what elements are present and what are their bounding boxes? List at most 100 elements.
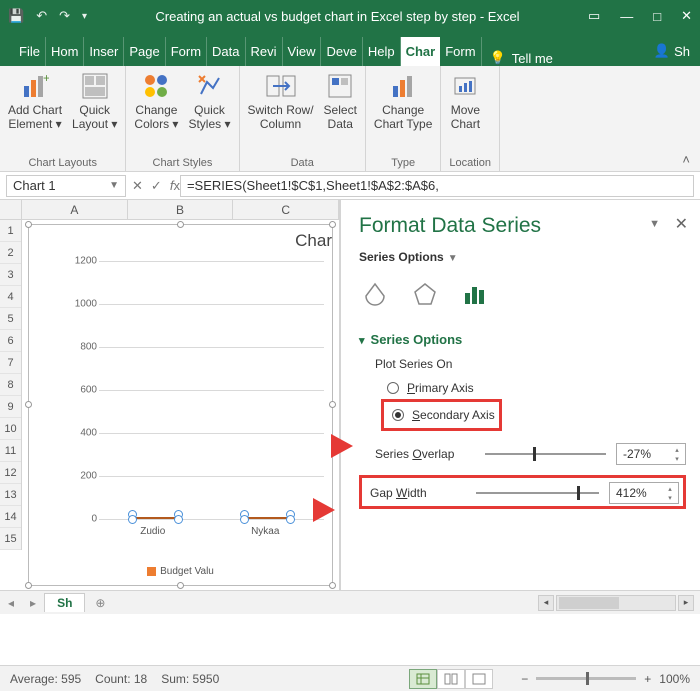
chart-title[interactable]: Char (29, 225, 332, 251)
select-all-cell[interactable] (0, 200, 22, 219)
tab-view[interactable]: View (283, 37, 322, 66)
row-header[interactable]: 15 (0, 528, 21, 550)
share-button[interactable]: 👤Sh (644, 36, 700, 66)
resize-handle[interactable] (177, 582, 184, 589)
overlap-slider[interactable] (485, 453, 606, 455)
resize-handle[interactable] (329, 221, 336, 228)
formula-input[interactable]: =SERIES(Sheet1!$C$1,Sheet1!$A$2:$A$6, (180, 175, 694, 197)
col-header-c[interactable]: C (233, 200, 339, 219)
sheet-tab[interactable]: Sh (44, 593, 85, 612)
spinner-icon[interactable]: ▴▾ (671, 445, 683, 463)
view-page-break-icon[interactable] (465, 669, 493, 689)
primary-axis-radio[interactable]: Primary Axis (387, 377, 686, 399)
row-header[interactable]: 11 (0, 440, 21, 462)
confirm-formula-icon[interactable]: ✓ (151, 178, 162, 194)
fill-line-icon[interactable] (359, 278, 391, 310)
tab-format[interactable]: Form (440, 37, 481, 66)
zoom-value[interactable]: 100% (659, 672, 690, 686)
series-options-header[interactable]: Series Options (359, 332, 686, 347)
effects-icon[interactable] (409, 278, 441, 310)
change-chart-type-button[interactable]: Change Chart Type (374, 70, 432, 132)
pane-subtitle[interactable]: Series Options▼ (359, 250, 686, 264)
pane-close-icon[interactable]: ✕ (675, 214, 688, 234)
move-chart-button[interactable]: Move Chart (449, 70, 481, 132)
zoom-slider[interactable] (536, 677, 636, 680)
chart-legend[interactable]: Budget Valu (29, 566, 332, 577)
close-icon[interactable]: ✕ (681, 8, 692, 24)
row-header[interactable]: 3 (0, 264, 21, 286)
overlap-input[interactable]: -27%▴▾ (616, 443, 686, 465)
switch-row-column-button[interactable]: Switch Row/ Column (248, 70, 314, 132)
row-header[interactable]: 6 (0, 330, 21, 352)
tab-help[interactable]: Help (363, 37, 401, 66)
row-header[interactable]: 14 (0, 506, 21, 528)
row-header[interactable]: 5 (0, 308, 21, 330)
autosave-icon[interactable]: 💾 (8, 8, 24, 24)
name-box[interactable]: Chart 1▼ (6, 175, 126, 197)
tab-insert[interactable]: Inser (84, 37, 124, 66)
col-header-b[interactable]: B (128, 200, 234, 219)
fx-icon[interactable]: fx (170, 178, 180, 193)
chart-bar[interactable] (133, 517, 178, 519)
hscroll-left-icon[interactable]: ◂ (538, 595, 554, 611)
worksheet-grid[interactable]: A B C 123456789101112131415 Char 0200400… (0, 200, 340, 590)
resize-handle[interactable] (25, 582, 32, 589)
cancel-formula-icon[interactable]: ✕ (132, 178, 143, 194)
resize-handle[interactable] (25, 221, 32, 228)
series-options-icon[interactable] (459, 278, 491, 310)
hscroll-right-icon[interactable]: ▸ (678, 595, 694, 611)
qat-more-icon[interactable]: ▾ (82, 11, 87, 22)
resize-handle[interactable] (25, 401, 32, 408)
tab-formulas[interactable]: Form (166, 37, 207, 66)
embedded-chart[interactable]: Char 020040060080010001200ZudioNykaa Bud… (28, 224, 333, 586)
hscroll-track[interactable] (556, 595, 676, 611)
chart-bar[interactable] (245, 517, 290, 519)
tab-file[interactable]: File (14, 37, 46, 66)
minimize-icon[interactable]: — (620, 9, 633, 24)
row-header[interactable]: 9 (0, 396, 21, 418)
spinner-icon[interactable]: ▴▾ (664, 484, 676, 502)
resize-handle[interactable] (329, 401, 336, 408)
row-header[interactable]: 13 (0, 484, 21, 506)
row-header[interactable]: 12 (0, 462, 21, 484)
add-chart-element-button[interactable]: +Add Chart Element ▾ (8, 70, 62, 132)
tell-me[interactable]: 💡Tell me (490, 50, 553, 66)
sheet-nav-next-icon[interactable]: ▸ (22, 596, 44, 610)
row-header[interactable]: 10 (0, 418, 21, 440)
view-page-layout-icon[interactable] (437, 669, 465, 689)
row-header[interactable]: 7 (0, 352, 21, 374)
row-header[interactable]: 1 (0, 220, 21, 242)
tab-developer[interactable]: Deve (321, 37, 362, 66)
resize-handle[interactable] (177, 221, 184, 228)
row-header[interactable]: 2 (0, 242, 21, 264)
row-header[interactable]: 8 (0, 374, 21, 396)
chevron-down-icon[interactable]: ▼ (109, 180, 119, 191)
view-normal-icon[interactable] (409, 669, 437, 689)
undo-icon[interactable]: ↶ (36, 8, 47, 24)
tab-data[interactable]: Data (207, 37, 245, 66)
tab-review[interactable]: Revi (246, 37, 283, 66)
secondary-axis-radio[interactable]: Secondary Axis (392, 404, 495, 426)
resize-handle[interactable] (329, 582, 336, 589)
tab-page[interactable]: Page (124, 37, 165, 66)
zoom-in-icon[interactable]: + (644, 672, 651, 686)
zoom-out-icon[interactable]: − (521, 672, 528, 686)
hscroll-thumb[interactable] (559, 597, 619, 609)
gap-width-input[interactable]: 412%▴▾ (609, 482, 679, 504)
quick-layout-button[interactable]: Quick Layout ▾ (72, 70, 117, 132)
select-data-button[interactable]: Select Data (324, 70, 357, 132)
ribbon-opts-icon[interactable]: ▭ (588, 8, 600, 24)
tab-home[interactable]: Hom (46, 37, 84, 66)
maximize-icon[interactable]: □ (653, 9, 661, 24)
row-header[interactable]: 4 (0, 286, 21, 308)
change-colors-button[interactable]: Change Colors ▾ (134, 70, 178, 132)
redo-icon[interactable]: ↷ (59, 8, 70, 24)
sheet-nav-prev-icon[interactable]: ◂ (0, 596, 22, 610)
col-header-a[interactable]: A (22, 200, 128, 219)
tab-chart-design[interactable]: Char (401, 37, 441, 66)
pane-options-icon[interactable]: ▼ (649, 218, 660, 230)
gap-width-slider[interactable] (476, 492, 599, 494)
plot-area[interactable]: 020040060080010001200ZudioNykaa (69, 261, 324, 519)
quick-styles-button[interactable]: Quick Styles ▾ (188, 70, 230, 132)
collapse-ribbon-icon[interactable]: ˄ (672, 66, 700, 171)
